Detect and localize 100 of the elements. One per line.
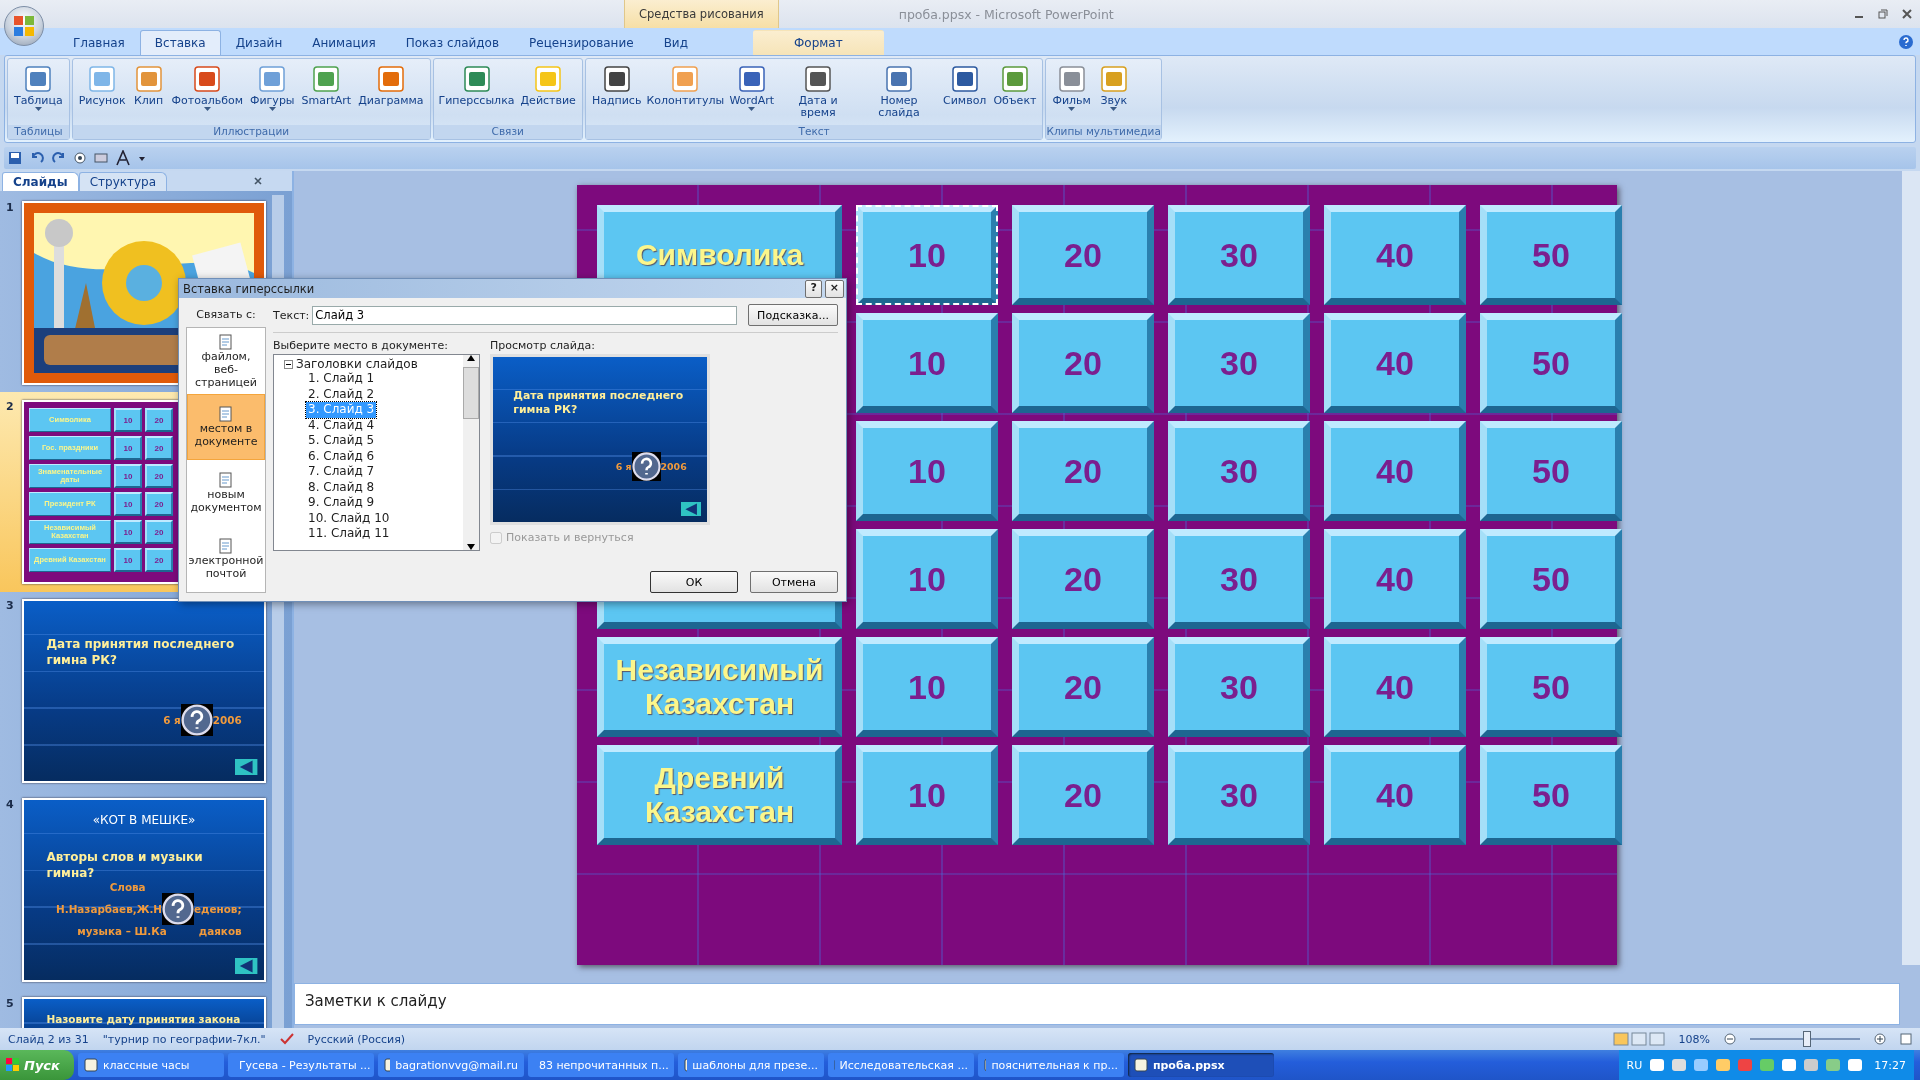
value-tile[interactable]: 50	[1480, 637, 1622, 737]
taskbar-item[interactable]: 83 непрочитанных п...	[527, 1053, 674, 1077]
answer-text: 2006	[212, 714, 242, 727]
ok-button[interactable]: ОК	[650, 571, 738, 593]
notes-field[interactable]: Заметки к слайду	[294, 983, 1900, 1025]
value-tile[interactable]: 40	[1324, 637, 1466, 737]
link-target[interactable]: новым документом	[187, 460, 265, 526]
value-tile[interactable]: 20	[1012, 313, 1154, 413]
ribbon-button[interactable]: Фильм	[1049, 61, 1094, 125]
value-tile[interactable]: 10	[856, 529, 998, 629]
value-tile[interactable]: 50	[1480, 529, 1622, 629]
value-tile: 10	[114, 464, 142, 488]
value-tile[interactable]: 30	[1168, 421, 1310, 521]
tree-item[interactable]: 6. Слайд 6	[306, 448, 377, 464]
cancel-button[interactable]: Отмена	[750, 571, 838, 593]
value-tile[interactable]: 30	[1168, 205, 1310, 305]
ribbon-button[interactable]: Номер слайда	[859, 61, 940, 125]
ribbon-tab[interactable]: Рецензирование	[514, 30, 649, 55]
tree-item[interactable]: Заголовки слайдов	[296, 357, 418, 371]
ribbon-button[interactable]: Надпись	[588, 61, 645, 125]
taskbar-item[interactable]: Гусева - Результаты ...	[227, 1053, 374, 1077]
value-tile: 20	[145, 492, 173, 516]
link-target[interactable]: файлом, веб-страницей	[187, 328, 265, 394]
ribbon-button[interactable]: Действие	[517, 61, 579, 125]
tree-item[interactable]: 5. Слайд 5	[306, 433, 377, 449]
taskbar-item[interactable]: проба.ppsx	[1127, 1053, 1274, 1077]
value-tile: 20	[145, 548, 173, 572]
value-tile[interactable]: 40	[1324, 529, 1466, 629]
value-tile: 20	[145, 436, 173, 460]
tree-item[interactable]: 2. Слайд 2	[306, 386, 377, 402]
value-tile[interactable]: 20	[1012, 421, 1154, 521]
answer-text: даяков	[198, 925, 242, 938]
close-button[interactable]: ×	[824, 279, 844, 298]
ribbon-button[interactable]: Символ	[940, 61, 990, 125]
value-tile[interactable]: 20	[1012, 529, 1154, 629]
ribbon-button[interactable]: WordArt	[726, 61, 778, 125]
ribbon-button[interactable]: Фотоальбом	[168, 61, 246, 125]
tree-item[interactable]: 7. Слайд 7	[306, 464, 377, 480]
value-tile[interactable]: 20	[1012, 205, 1154, 305]
ribbon-button[interactable]: SmartArt	[298, 61, 355, 125]
ribbon-button[interactable]: Фигуры	[246, 61, 298, 125]
value-tile[interactable]: 50	[1480, 745, 1622, 845]
value-tile[interactable]: 40	[1324, 205, 1466, 305]
value-tile[interactable]: 10	[856, 637, 998, 737]
tree-item[interactable]: 8. Слайд 8	[306, 479, 377, 495]
slide-tree[interactable]: Заголовки слайдов 1. Слайд 1 2. Слайд 2 3. Слайд 3 4. Слайд 4 5. Слайд 5 6. Слайд 6 7. Слайд 7 8. Слайд 8 9. Слайд 9 10. Слайд 10 11. Слайд 11	[273, 354, 480, 551]
tree-item[interactable]: 9. Слайд 9	[306, 495, 377, 511]
value-tile: 10	[114, 520, 142, 544]
zoom-percent[interactable]: 108%	[1678, 1032, 1710, 1046]
ribbon-button[interactable]: Гиперссылка	[436, 61, 517, 125]
ribbon-button[interactable]: Клип	[129, 61, 168, 125]
taskbar-item[interactable]: шаблоны для презе...	[677, 1053, 824, 1077]
value-tile[interactable]: 30	[1168, 745, 1310, 845]
tree-item[interactable]: 1. Слайд 1	[306, 371, 377, 387]
value-tile[interactable]: 10	[856, 745, 998, 845]
value-tile[interactable]: 50	[1480, 421, 1622, 521]
pane-tab[interactable]: Структура	[78, 172, 168, 191]
value-tile[interactable]: 30	[1168, 313, 1310, 413]
value-tile[interactable]: 10	[856, 205, 998, 305]
ribbon-button[interactable]: Колонтитулы	[645, 61, 726, 125]
value-tile[interactable]: 20	[1012, 745, 1154, 845]
ribbon-tab[interactable]: Вставка	[139, 30, 221, 55]
value-tile[interactable]: 10	[856, 313, 998, 413]
ribbon-button[interactable]: Рисунок	[75, 61, 129, 125]
ribbon-button[interactable]: Объект	[990, 61, 1040, 125]
language-label[interactable]: Русский (Россия)	[307, 1032, 406, 1046]
ribbon-tab[interactable]: Главная	[58, 30, 140, 55]
value-tile[interactable]: 30	[1168, 637, 1310, 737]
ribbon-button[interactable]: Звук	[1094, 61, 1133, 125]
taskbar-item[interactable]: Исследовательская ...	[827, 1053, 974, 1077]
value-tile[interactable]: 50	[1480, 205, 1622, 305]
help-button[interactable]: ?	[805, 279, 822, 298]
pane-tab[interactable]: Слайды	[2, 172, 79, 191]
value-tile[interactable]: 20	[1012, 637, 1154, 737]
link-target[interactable]: электронной почтой	[187, 526, 265, 592]
taskbar-item[interactable]: классные часы	[77, 1053, 224, 1077]
value-tile[interactable]: 50	[1480, 313, 1622, 413]
window-title: проба.ppsx - Microsoft PowerPoint	[898, 6, 1114, 22]
value-tile[interactable]: 40	[1324, 313, 1466, 413]
ribbon-button[interactable]: Дата и время	[778, 61, 859, 125]
ribbon-tab[interactable]: Формат	[752, 30, 884, 55]
taskbar-item[interactable]: пояснительная к пр...	[977, 1053, 1124, 1077]
value-tile[interactable]: 30	[1168, 529, 1310, 629]
ribbon-button[interactable]: Диаграмма	[355, 61, 427, 125]
hint-button[interactable]: Подсказка...	[748, 304, 838, 326]
value-tile[interactable]: 40	[1324, 421, 1466, 521]
ribbon-tab[interactable]: Анимация	[297, 30, 391, 55]
ribbon-tab[interactable]: Вид	[648, 30, 703, 55]
taskbar-item[interactable]: bagrationvvg@mail.ru	[377, 1053, 524, 1077]
tree-item[interactable]: 4. Слайд 4	[306, 417, 377, 433]
text-field[interactable]: Слайд 3	[312, 305, 737, 325]
value-tile[interactable]: 10	[856, 421, 998, 521]
language-indicator[interactable]: RU	[1626, 1058, 1643, 1072]
ribbon-button[interactable]: Таблица	[11, 61, 66, 125]
value-tile[interactable]: 40	[1324, 745, 1466, 845]
ribbon-tab[interactable]: Дизайн	[220, 30, 298, 55]
ribbon-tab[interactable]: Показ слайдов	[390, 30, 514, 55]
tree-item[interactable]: 11. Слайд 11	[306, 526, 392, 542]
link-target[interactable]: местом в документе	[187, 394, 265, 460]
tree-item[interactable]: 10. Слайд 10	[306, 510, 392, 526]
